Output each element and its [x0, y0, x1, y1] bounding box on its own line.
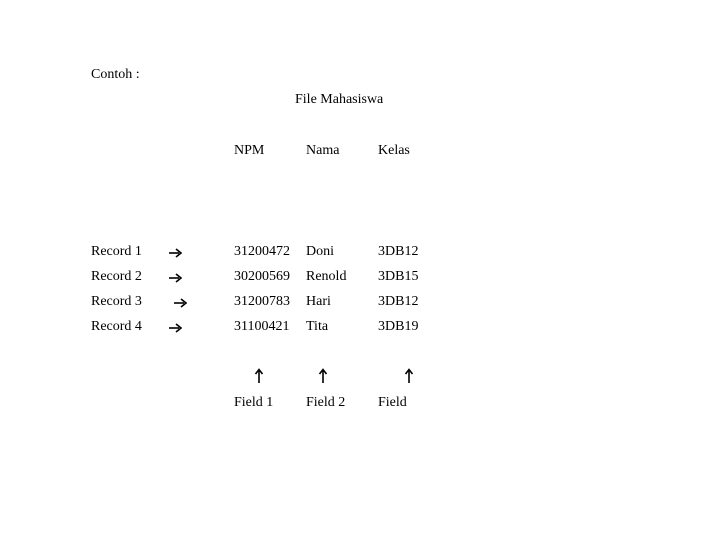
kelas-cell: 3DB19	[378, 319, 419, 334]
kelas-cell: 3DB12	[378, 294, 419, 309]
field-label-2: Field 2	[306, 395, 346, 410]
nama-cell: Renold	[306, 269, 347, 284]
column-header-kelas: Kelas	[378, 143, 410, 158]
column-header-nama: Nama	[306, 143, 340, 158]
heading: Contoh :	[91, 67, 140, 82]
up-arrow-icon	[404, 368, 414, 383]
right-arrow-icon	[169, 323, 182, 333]
kelas-cell: 3DB12	[378, 244, 419, 259]
field-label-3: Field	[378, 395, 407, 410]
record-label: Record 1	[91, 244, 142, 259]
right-arrow-icon	[174, 298, 187, 308]
nama-cell: Doni	[306, 244, 334, 259]
nama-cell: Tita	[306, 319, 329, 334]
record-label: Record 2	[91, 269, 142, 284]
column-header-npm: NPM	[234, 143, 265, 158]
npm-cell: 31100421	[234, 319, 290, 334]
right-arrow-icon	[169, 273, 182, 283]
file-title: File Mahasiswa	[295, 92, 384, 107]
up-arrow-icon	[318, 368, 328, 383]
record-label: Record 4	[91, 319, 142, 334]
npm-cell: 30200569	[234, 269, 290, 284]
nama-cell: Hari	[306, 294, 331, 309]
npm-cell: 31200472	[234, 244, 290, 259]
kelas-cell: 3DB15	[378, 269, 419, 284]
right-arrow-icon	[169, 248, 182, 258]
npm-cell: 31200783	[234, 294, 290, 309]
up-arrow-icon	[254, 368, 264, 383]
field-label-1: Field 1	[234, 395, 274, 410]
record-label: Record 3	[91, 294, 142, 309]
